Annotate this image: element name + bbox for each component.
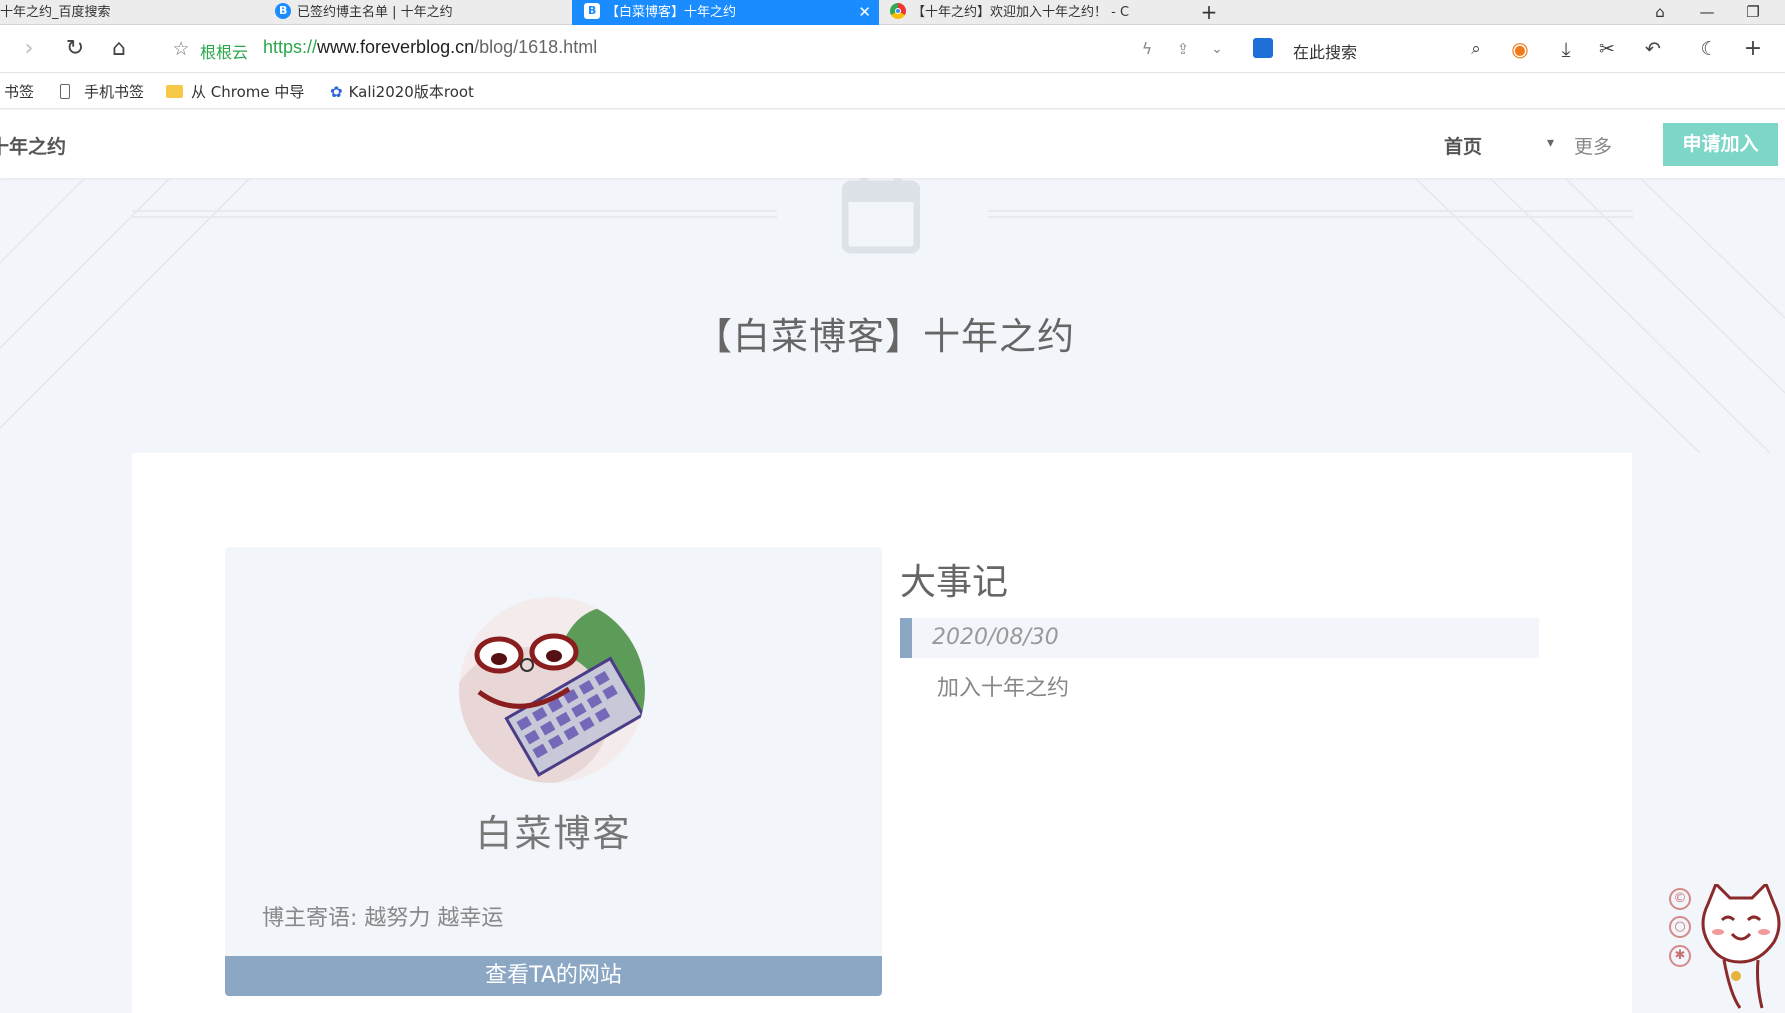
site-logo-icon: B [275,3,291,19]
nav-home[interactable]: 首页 [1444,132,1482,159]
bookmark-item-chrome-import[interactable]: 从 Chrome 中导 [166,81,311,102]
main-content-card: 白菜博客 博主寄语: 越努力 越幸运 查看TA的网站 大事记 2020/08/3… [132,453,1632,1013]
bookmark-label: Kali2020版本root [348,83,474,101]
url-input[interactable]: https://www.foreverblog.cn/blog/1618.htm… [263,37,597,58]
shirt-icon[interactable]: ✱ [1669,945,1691,967]
copyright-icon[interactable]: © [1669,888,1691,910]
bookmark-label: 手机书签 [84,83,145,101]
bookmarks-bar: 书签 手机书签 从 Chrome 中导 ✿ Kali2020版本root [0,73,1785,109]
url-path: /blog/1618.html [474,37,598,57]
tab-label: 【白菜博客】十年之约 [606,5,737,20]
address-toolbar: › ↻ ⌂ ☆ 根根云 https://www.foreverblog.cn/b… [0,25,1785,73]
url-domain: www.foreverblog.cn [317,37,475,57]
forward-icon[interactable]: › [16,36,42,62]
calendar-icon [842,178,920,254]
minimize-button[interactable]: — [1692,0,1722,25]
chevron-down-icon: ▾ [1547,135,1555,151]
event-date-row: 2020/08/30 [900,618,1539,658]
chevron-down-icon[interactable]: ⌄ [1204,36,1230,62]
folder-icon [166,85,183,98]
site-logo-icon: B [584,3,600,19]
bookmark-item-mobile[interactable]: 手机书签 [60,81,144,102]
decorative-divider-right [988,216,1633,218]
blogger-name: 白菜博客 [475,812,632,855]
decorative-divider-left [132,216,777,218]
apply-join-button[interactable]: 申请加入 [1663,123,1778,166]
blogger-avatar [459,597,645,783]
event-description: 加入十年之约 [937,676,1070,701]
bookmark-label: 从 Chrome 中导 [191,83,305,101]
paw-icon: ✿ [330,83,343,101]
download-icon[interactable]: ⤓ [1553,36,1579,62]
bookmark-label: 书签 [4,83,35,101]
circle-icon[interactable]: ○ [1669,916,1691,938]
event-date: 2020/08/30 [932,625,1059,650]
tab-join-page[interactable]: 【十年之约】欢迎加入十年之约！ - C [888,0,1178,25]
browser-tab-bar: 十年之约_百度搜索 B 已签约博主名单 | 十年之约 B 【白菜博客】十年之约 ✕ … [0,0,1785,25]
events-heading: 大事记 [900,562,1009,603]
nav-more[interactable]: 更多 [1574,132,1612,159]
tab-baidu-search[interactable]: 十年之约_百度搜索 [0,0,262,25]
undo-icon[interactable]: ↶ [1640,36,1666,62]
tab-label: 【十年之约】欢迎加入十年之约！ - C [912,5,1130,20]
page-title: 【白菜博客】十年之约 [695,315,1075,358]
close-tab-icon[interactable]: ✕ [858,0,871,25]
tab-label: 已签约博主名单 | 十年之约 [297,5,453,20]
refresh-icon[interactable]: ↻ [62,36,88,62]
chrome-icon [890,3,906,19]
hero-section: 【白菜博客】十年之约 [0,178,1785,453]
game-controller-icon[interactable]: ◉ [1507,36,1533,62]
tab-current-page[interactable]: B 【白菜博客】十年之约 ✕ [572,0,879,25]
blogger-motto: 博主寄语: 越努力 越幸运 [262,906,504,931]
site-brand[interactable]: 十年之约 [0,132,66,159]
url-scheme: https:// [263,37,318,57]
url-prefix-label: 根根云 [200,43,249,62]
restore-button[interactable]: ❐ [1738,0,1768,25]
site-header: 十年之约 首页 ▾ 更多 申请加入 [0,110,1785,178]
phone-icon [60,84,70,99]
shirt-icon[interactable]: ⌂ [1645,0,1675,25]
cat-mascot-icon[interactable] [1700,884,1785,1011]
bookmark-item-kali[interactable]: ✿ Kali2020版本root [330,81,480,102]
tab-signed-bloggers[interactable]: B 已签约博主名单 | 十年之约 [275,0,565,25]
home-icon[interactable]: ⌂ [106,36,132,62]
lightning-icon[interactable]: ϟ [1134,36,1160,62]
search-icon[interactable]: ⌕ [1463,36,1489,62]
baidu-paw-icon[interactable] [1253,38,1273,58]
decorative-divider-left [132,210,777,212]
decorative-divider-right [988,210,1633,212]
share-icon[interactable]: ⇪ [1170,36,1196,62]
blogger-profile-card: 白菜博客 博主寄语: 越努力 越幸运 查看TA的网站 [225,547,882,996]
tab-label: 十年之约_百度搜索 [0,5,111,20]
night-mode-icon[interactable]: ☾ [1696,36,1722,62]
search-input[interactable]: 在此搜索 [1293,39,1357,63]
bookmark-item[interactable]: 书签 [4,81,34,102]
star-bookmark-icon[interactable]: ☆ [168,36,194,62]
new-tab-button[interactable]: + [1194,0,1224,25]
visit-website-button[interactable]: 查看TA的网站 [225,956,882,996]
scissors-icon[interactable]: ✂ [1594,36,1620,62]
add-icon[interactable]: + [1740,36,1766,62]
